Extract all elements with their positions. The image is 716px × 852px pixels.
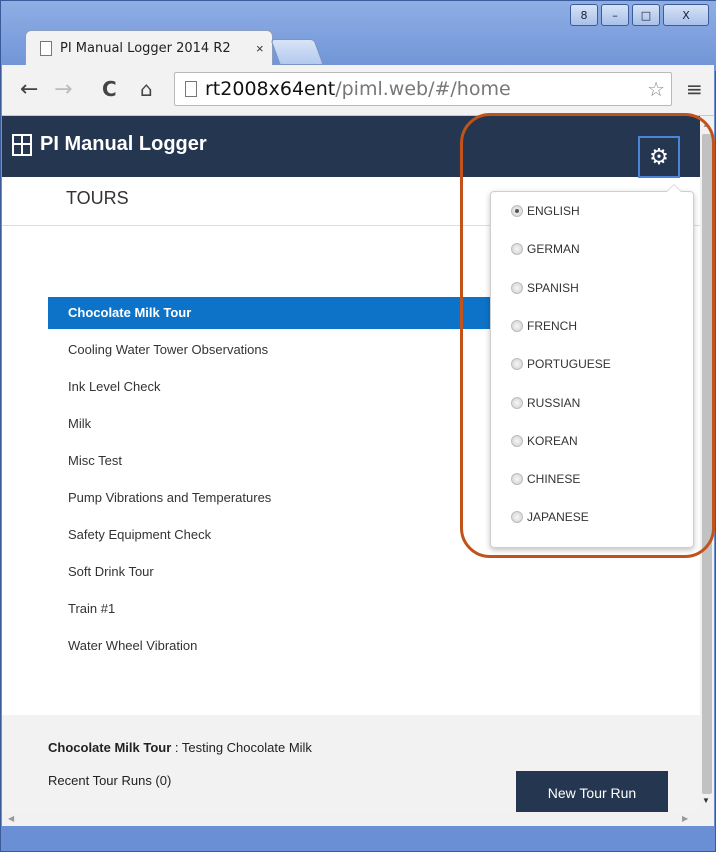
title-bar: PI Manual Logger 2014 R2 × 8 – □ X — [1, 1, 716, 71]
bookmark-star-icon[interactable]: ☆ — [647, 77, 665, 102]
tour-list-item[interactable]: Train #1 — [48, 591, 508, 628]
tour-list-item[interactable]: Chocolate Milk Tour — [48, 297, 508, 329]
tour-list-item[interactable]: Water Wheel Vibration — [48, 628, 508, 665]
app-title: PI Manual Logger — [40, 133, 207, 155]
new-tab-button[interactable] — [270, 39, 324, 65]
menu-icon[interactable]: ≡ — [686, 77, 703, 101]
browser-toolbar: ← → C ⌂ rt2008x64ent/piml.web/#/home ☆ ≡ — [2, 65, 714, 116]
new-tour-run-button[interactable]: New Tour Run — [516, 771, 668, 814]
reload-icon[interactable]: C — [102, 77, 117, 101]
minimize-button[interactable]: – — [601, 4, 629, 26]
tour-list-item[interactable]: Pump Vibrations and Temperatures — [48, 480, 508, 517]
page-icon — [185, 81, 197, 97]
user-icon[interactable]: 8 — [570, 4, 598, 26]
tour-details-footer: Chocolate Milk Tour : Testing Chocolate … — [2, 715, 700, 826]
page-title: TOURS — [66, 188, 129, 208]
tour-list-item[interactable]: Safety Equipment Check — [48, 517, 508, 554]
tour-list-item[interactable]: Milk — [48, 406, 508, 443]
maximize-button[interactable]: □ — [632, 4, 660, 26]
back-icon[interactable]: ← — [20, 77, 38, 102]
scroll-left-icon[interactable]: ◀ — [8, 814, 14, 823]
horizontal-scrollbar[interactable]: ◀ ▶ — [2, 812, 714, 826]
tour-list-item[interactable]: Ink Level Check — [48, 369, 508, 406]
forward-icon[interactable]: → — [54, 77, 72, 102]
scroll-right-icon[interactable]: ▶ — [682, 814, 688, 823]
url-text: rt2008x64ent/piml.web/#/home — [205, 78, 511, 100]
scroll-down-icon[interactable]: ▼ — [702, 796, 710, 805]
close-window-button[interactable]: X — [663, 4, 709, 26]
address-bar[interactable]: rt2008x64ent/piml.web/#/home ☆ — [174, 72, 672, 106]
tour-list-item[interactable]: Soft Drink Tour — [48, 554, 508, 591]
home-icon[interactable]: ⌂ — [140, 77, 153, 101]
browser-tab[interactable]: PI Manual Logger 2014 R2 × — [25, 30, 273, 65]
window-controls: 8 – □ X — [570, 4, 709, 26]
logo-icon — [12, 134, 32, 156]
tab-close-icon[interactable]: × — [256, 41, 264, 56]
tab-title: PI Manual Logger 2014 R2 — [60, 40, 231, 56]
tour-list-item[interactable]: Misc Test — [48, 443, 508, 480]
selected-tour-name: Chocolate Milk Tour — [48, 740, 172, 755]
recent-runs-label: Recent Tour Runs (0) — [48, 773, 172, 788]
tour-list-item[interactable]: Cooling Water Tower Observations — [48, 332, 508, 369]
selected-tour-line: Chocolate Milk Tour : Testing Chocolate … — [48, 740, 312, 755]
document-icon — [40, 40, 52, 56]
selected-tour-description: : Testing Chocolate Milk — [171, 740, 312, 755]
tour-list: Chocolate Milk Tour Cooling Water Tower O… — [48, 297, 508, 665]
callout-highlight — [460, 113, 715, 558]
